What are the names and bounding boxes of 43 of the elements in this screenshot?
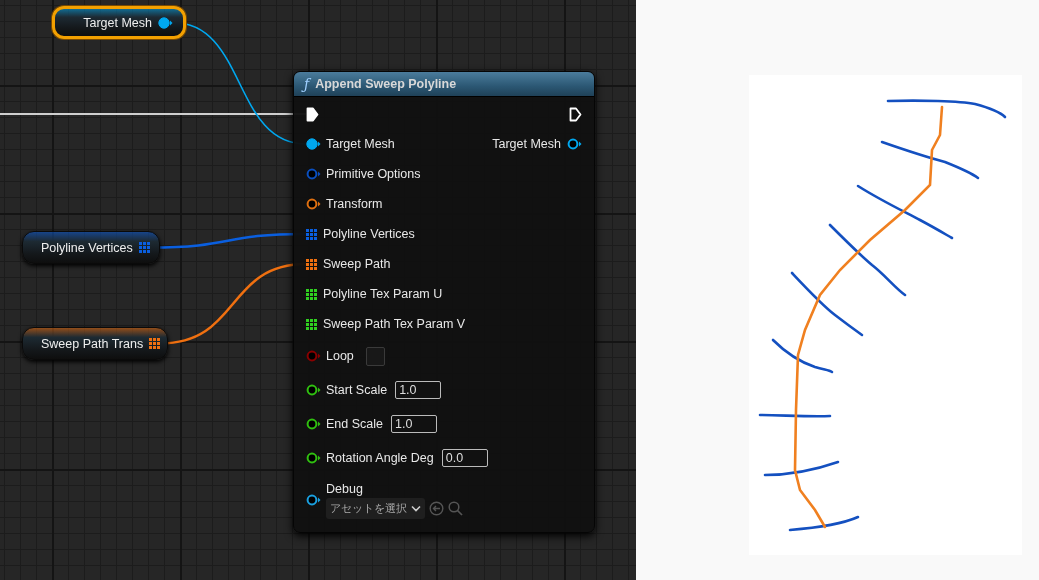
pin-label: Sweep Path Tex Param V: [323, 317, 466, 331]
pin-icon[interactable]: [306, 198, 321, 210]
pin-label: Loop: [326, 349, 354, 363]
array-pin-icon[interactable]: [149, 338, 161, 349]
pin-icon[interactable]: [567, 138, 582, 150]
pin-icon[interactable]: [306, 138, 321, 150]
pin-icon[interactable]: [306, 452, 321, 464]
variable-node[interactable]: Target Mesh: [52, 6, 186, 39]
pin-icon[interactable]: [158, 16, 173, 29]
value-field[interactable]: 1.0: [391, 415, 437, 433]
function-node[interactable]: [293, 71, 595, 533]
variable-node[interactable]: Polyline Vertices: [22, 231, 160, 264]
pin-label: Polyline Tex Param U: [323, 287, 443, 301]
node-header[interactable]: ƒ Append Sweep Polyline: [294, 72, 594, 97]
pin-label: Transform: [326, 197, 383, 211]
chevron-down-icon: [411, 504, 421, 512]
pin-label: Primitive Options: [326, 167, 421, 181]
pin-label: Target Mesh: [492, 137, 561, 151]
pin-icon[interactable]: [306, 494, 321, 506]
variable-node[interactable]: Sweep Path Trans: [22, 327, 168, 360]
asset-dropdown[interactable]: アセットを選択: [326, 497, 425, 519]
value-field[interactable]: 0.0: [441, 449, 488, 467]
pin-label: Rotation Angle Deg: [326, 451, 434, 465]
pin-label: End Scale: [326, 417, 383, 431]
array-pin-icon[interactable]: [306, 258, 317, 270]
node-label: Polyline Vertices: [41, 240, 133, 255]
pin-icon[interactable]: [306, 418, 321, 430]
value-field[interactable]: 1.0: [395, 381, 442, 399]
node-title: Append Sweep Polyline: [315, 77, 457, 91]
pin-label: Polyline Vertices: [323, 227, 415, 241]
pin-label: Target Mesh: [326, 137, 395, 151]
node-label: Sweep Path Trans: [41, 336, 144, 351]
checkbox[interactable]: [365, 346, 385, 366]
pin-label: Debug: [326, 481, 364, 496]
exec-pin-icon[interactable]: [306, 106, 319, 122]
search-icon[interactable]: [448, 500, 463, 516]
exec-pin-icon[interactable]: [569, 106, 582, 122]
pin-label: Sweep Path: [323, 257, 391, 271]
pin-label: Start Scale: [326, 383, 388, 397]
array-pin-icon[interactable]: [306, 288, 317, 300]
node-label: Target Mesh: [82, 15, 152, 30]
array-pin-icon[interactable]: [306, 318, 317, 330]
pin-icon[interactable]: [306, 384, 321, 396]
